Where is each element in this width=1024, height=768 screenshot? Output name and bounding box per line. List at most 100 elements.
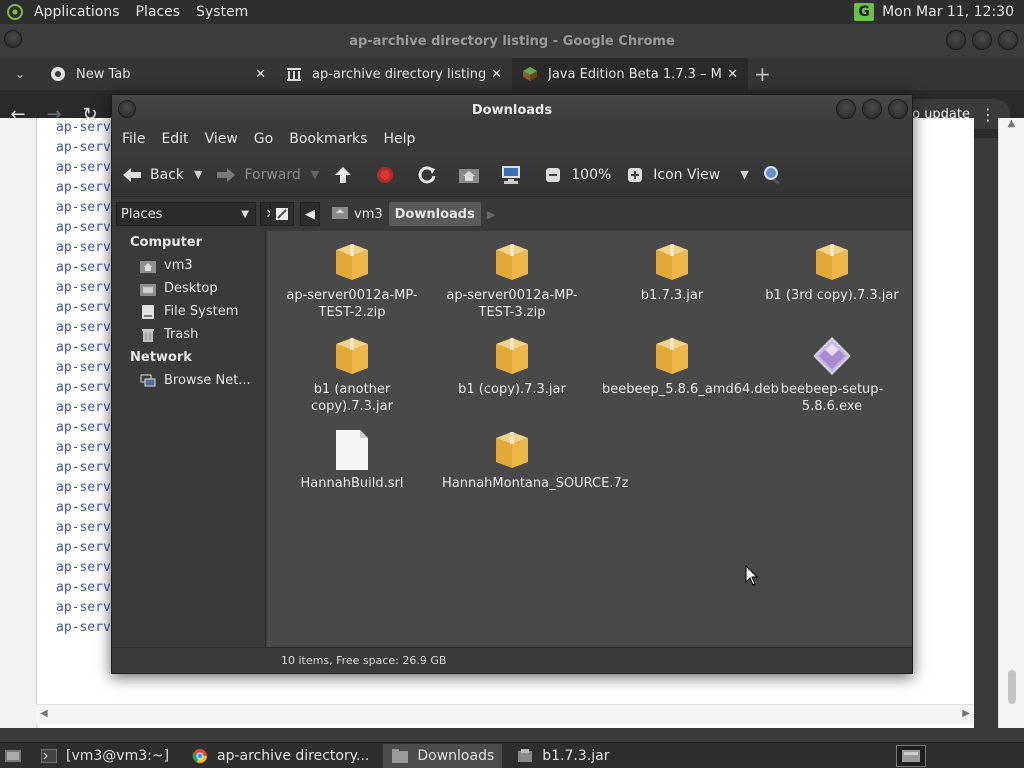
show-desktop-icon[interactable]: [2, 745, 24, 767]
package-icon: [333, 241, 371, 283]
file-item[interactable]: b1 (another copy).7.3.jar: [282, 335, 422, 415]
close-button[interactable]: [998, 30, 1018, 50]
scroll-thumb[interactable]: [1008, 670, 1016, 704]
file-item[interactable]: beebeep_5.8.6_amd64.deb: [602, 335, 779, 398]
file-item[interactable]: ap-server0012a-MP-TEST-3.zip: [442, 241, 582, 321]
zoom-out-button[interactable]: 100%: [541, 163, 611, 187]
breadcrumb: ◀ vm3 Downloads ▶: [270, 202, 495, 226]
file-manager-menubar: File Edit View Go Bookmarks Help: [112, 125, 912, 153]
file-manager-title: Downloads: [471, 102, 553, 118]
file-view[interactable]: ap-server0012a-MP-TEST-2.zip ap-server001…: [267, 231, 912, 647]
scroll-right-icon[interactable]: ▶: [962, 708, 970, 719]
chevron-down-icon: ▼: [241, 208, 249, 220]
tab-minecraft-wiki[interactable]: Java Edition Beta 1.7.3 – Minecraft Wiki…: [512, 58, 748, 90]
file-item[interactable]: b1 (copy).7.3.jar: [442, 335, 582, 398]
tab-close-icon[interactable]: ✕: [255, 67, 266, 82]
view-mode-dropdown-icon[interactable]: ▼: [740, 168, 748, 181]
file-name: b1 (3rd copy).7.3.jar: [765, 288, 899, 303]
task-downloads[interactable]: Downloads: [383, 743, 503, 768]
window-menu-button[interactable]: [118, 100, 136, 118]
menu-file[interactable]: File: [114, 131, 153, 147]
search-button[interactable]: [761, 163, 791, 187]
menu-edit[interactable]: Edit: [153, 131, 196, 147]
window-menu-button[interactable]: [4, 30, 22, 48]
search-icon: [761, 163, 785, 187]
places-menu[interactable]: Places: [128, 4, 189, 20]
back-button[interactable]: Back ▼: [120, 163, 202, 187]
file-name: ap-server0012a-MP-TEST-2.zip: [286, 288, 418, 320]
tab-strip: ⌄ New Tab ✕ ap-archive directory listing…: [0, 58, 1024, 90]
stop-button[interactable]: [373, 163, 403, 187]
new-tab-button[interactable]: +: [754, 62, 771, 86]
breadcrumb-downloads[interactable]: Downloads: [388, 202, 481, 226]
edit-location-button[interactable]: [270, 202, 294, 226]
file-item[interactable]: beebeep-setup-5.8.6.exe: [762, 335, 902, 415]
close-button[interactable]: [888, 99, 908, 119]
distro-logo-icon[interactable]: [4, 1, 26, 23]
tab-close-icon[interactable]: ✕: [491, 67, 502, 82]
home-button[interactable]: [457, 163, 487, 187]
tab-close-icon[interactable]: ✕: [727, 67, 738, 82]
chrome-titlebar[interactable]: ap-archive directory listing - Google Ch…: [0, 24, 1024, 58]
tab-search-icon[interactable]: ⌄: [0, 67, 40, 81]
computer-button[interactable]: [499, 163, 529, 187]
file-item[interactable]: HannahBuild.srl: [282, 429, 422, 492]
scroll-up-icon[interactable]: ▲: [999, 118, 1024, 129]
file-item[interactable]: HannahMontana_SOURCE.7z: [442, 429, 629, 492]
more-menu-icon[interactable]: ⋮: [980, 105, 996, 124]
minimize-button[interactable]: [836, 99, 856, 119]
minimize-button[interactable]: [946, 30, 966, 50]
g-tray-icon[interactable]: G: [854, 3, 875, 21]
breadcrumb-left-arrow[interactable]: ◀: [300, 202, 320, 226]
menu-go[interactable]: Go: [246, 131, 281, 147]
reload-button[interactable]: [415, 163, 445, 187]
task-archive-manager[interactable]: b1.7.3.jar: [508, 744, 617, 768]
task-terminal[interactable]: [vm3@vm3:~]: [32, 744, 177, 768]
zoom-in-icon: [623, 163, 647, 187]
page-vertical-scrollbar[interactable]: ▲: [998, 118, 1024, 728]
scroll-left-icon[interactable]: ◀: [40, 708, 48, 719]
file-name: HannahMontana_SOURCE.7z: [442, 476, 629, 491]
file-manager-titlebar[interactable]: Downloads: [112, 95, 912, 125]
status-bar: 10 items, Free space: 26.9 GB: [267, 647, 912, 673]
maximize-button[interactable]: [972, 30, 992, 50]
sidebar-item-vm3[interactable]: vm3: [112, 254, 265, 277]
up-arrow-icon: [331, 163, 355, 187]
file-item[interactable]: b1.7.3.jar: [602, 241, 742, 304]
tab-new-tab[interactable]: New Tab ✕: [40, 58, 276, 90]
forward-history-dropdown-icon[interactable]: ▼: [311, 168, 319, 181]
page-left-gutter: [0, 118, 36, 728]
up-button[interactable]: [331, 163, 361, 187]
tab-label: Java Edition Beta 1.7.3 – Minecraft Wiki: [548, 66, 722, 82]
breadcrumb-right-arrow[interactable]: ▶: [487, 208, 495, 221]
file-name: beebeep_5.8.6_amd64.deb: [602, 382, 779, 397]
forward-button[interactable]: Forward ▼: [214, 163, 319, 187]
task-chrome[interactable]: ap-archive directory...: [183, 744, 377, 768]
file-manager-toolbar: Back ▼ Forward ▼ 100% Icon View ▼: [112, 153, 912, 197]
reload-icon: [415, 163, 439, 187]
panel-clock[interactable]: Mon Mar 11, 12:30: [874, 4, 1024, 20]
sidebar-item-file-system[interactable]: File System: [112, 300, 265, 323]
breadcrumb-vm3[interactable]: vm3: [326, 202, 389, 226]
menu-view[interactable]: View: [197, 131, 246, 147]
zoom-out-icon: [541, 163, 565, 187]
sidebar-item-desktop[interactable]: Desktop: [112, 277, 265, 300]
page-horizontal-scrollbar[interactable]: ◀ ▶: [36, 704, 974, 724]
tab-ap-archive[interactable]: ap-archive directory listing ✕: [276, 58, 512, 90]
applications-menu[interactable]: Applications: [26, 4, 128, 20]
bottom-taskbar: [vm3@vm3:~] ap-archive directory... Down…: [0, 742, 1024, 768]
maximize-button[interactable]: [862, 99, 882, 119]
sidebar-item-trash[interactable]: Trash: [112, 323, 265, 346]
places-selector[interactable]: Places ▼: [116, 202, 256, 226]
back-history-dropdown-icon[interactable]: ▼: [194, 168, 202, 181]
system-menu[interactable]: System: [188, 4, 256, 20]
menu-bookmarks[interactable]: Bookmarks: [281, 131, 375, 147]
places-label: Places: [121, 206, 163, 222]
file-item[interactable]: b1 (3rd copy).7.3.jar: [762, 241, 902, 304]
zoom-level: 100%: [571, 166, 612, 183]
sidebar-item-browse-network[interactable]: Browse Net...: [112, 369, 265, 392]
file-item[interactable]: ap-server0012a-MP-TEST-2.zip: [282, 241, 422, 321]
menu-help[interactable]: Help: [375, 131, 423, 147]
zoom-in-button[interactable]: Icon View ▼: [623, 163, 749, 187]
workspace-switcher[interactable]: [896, 745, 926, 767]
